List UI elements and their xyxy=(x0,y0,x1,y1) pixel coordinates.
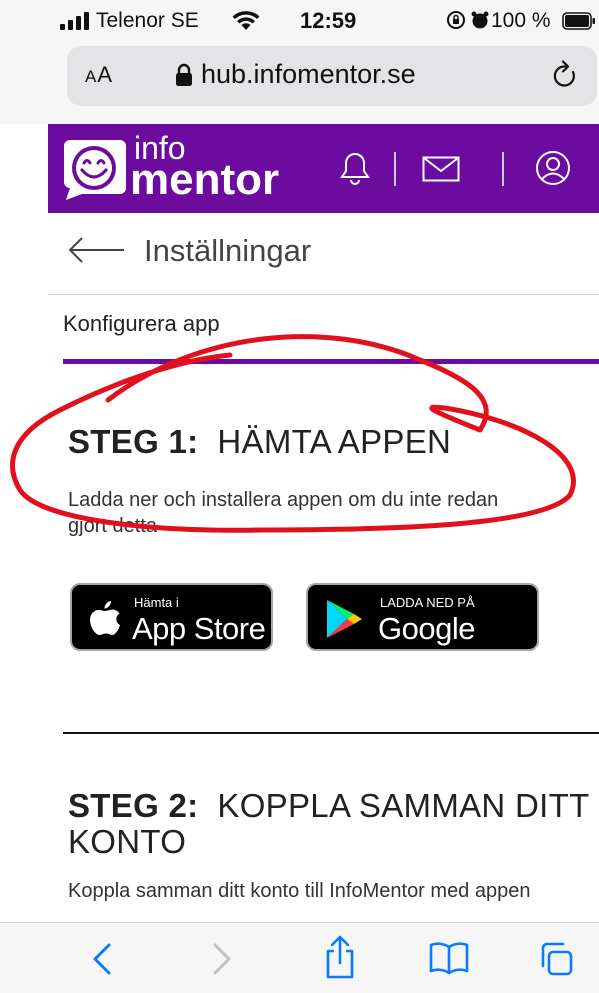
alarm-icon xyxy=(471,11,489,29)
header-separator xyxy=(502,152,504,186)
wifi-icon xyxy=(232,11,260,30)
app-store-label: App Store xyxy=(132,611,266,646)
page-title: Inställningar xyxy=(144,233,312,268)
signal-strength-icon xyxy=(60,12,89,30)
app-store-button[interactable]: Hämta i App Store xyxy=(70,583,273,651)
url-text[interactable]: hub.infomentor.se xyxy=(201,59,416,90)
forward-icon[interactable] xyxy=(210,941,234,977)
battery-percentage: 100 % xyxy=(491,9,551,32)
browser-toolbar xyxy=(0,922,599,993)
address-bar[interactable]: AA hub.infomentor.se xyxy=(67,46,597,106)
google-play-button[interactable]: LADDA NED PÅ Google Play xyxy=(306,583,539,682)
header-separator xyxy=(394,152,396,186)
secure-lock-icon xyxy=(176,63,192,86)
step2-description: Koppla samman ditt konto till InfoMentor… xyxy=(68,880,531,902)
tabs-icon[interactable] xyxy=(538,941,574,977)
site-header: info mentor xyxy=(48,124,599,213)
reload-icon[interactable] xyxy=(551,60,579,90)
google-play-label: Google Play xyxy=(378,611,475,682)
app-store-small-text: Hämta i xyxy=(134,595,179,610)
bookmarks-icon[interactable] xyxy=(428,941,470,975)
carrier-name: Telenor SE xyxy=(96,9,199,32)
browser-address-area: AA hub.infomentor.se xyxy=(0,40,599,124)
step1-description: Ladda ner och installera appen om du int… xyxy=(68,489,499,537)
logo-text-mentor: mentor xyxy=(130,155,280,204)
step1-heading: STEG 1: HÄMTA APPEN xyxy=(68,423,452,460)
apple-icon xyxy=(90,601,120,635)
status-bar: Telenor SE 12:59 100 % xyxy=(0,0,599,40)
rotation-lock-icon xyxy=(447,11,465,29)
step2-heading: STEG 2: KOPPLA SAMMAN DITT KONTO xyxy=(68,787,590,860)
mail-icon[interactable] xyxy=(422,156,460,182)
bell-icon[interactable] xyxy=(340,151,370,185)
battery-icon xyxy=(562,12,595,30)
google-play-small-text: LADDA NED PÅ xyxy=(380,595,475,610)
step-divider xyxy=(63,732,599,734)
infomentor-logo-icon[interactable] xyxy=(60,132,130,202)
page-title-row: Inställningar xyxy=(48,213,599,295)
section-divider xyxy=(63,359,599,364)
back-arrow-icon[interactable] xyxy=(66,235,126,265)
section-label: Konfigurera app xyxy=(63,311,220,336)
clock-time: 12:59 xyxy=(300,8,357,33)
back-icon[interactable] xyxy=(90,941,114,977)
profile-icon[interactable] xyxy=(535,150,571,186)
share-icon[interactable] xyxy=(323,935,357,979)
google-play-icon xyxy=(327,600,362,638)
text-size-button[interactable]: AA xyxy=(85,62,113,88)
